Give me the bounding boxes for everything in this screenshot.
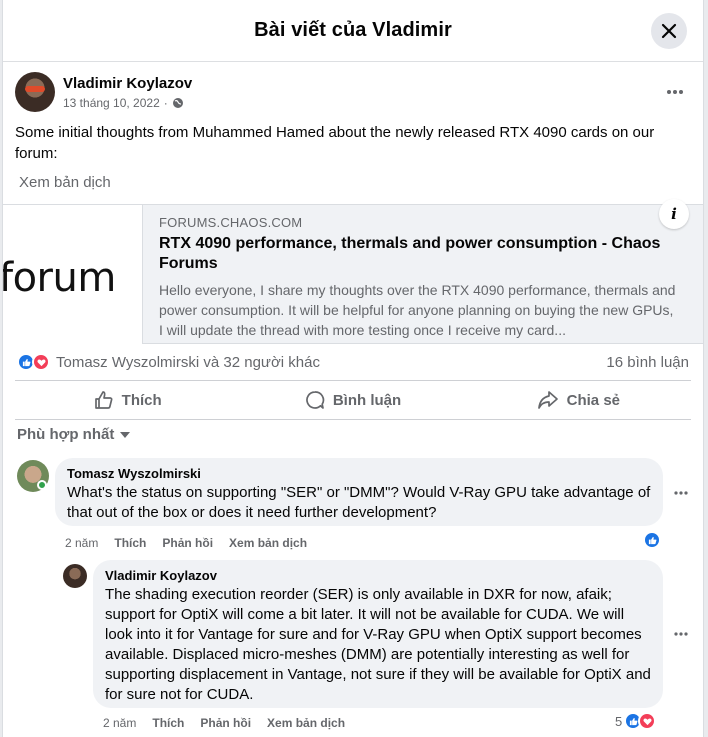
share-icon (537, 391, 558, 409)
comment-button[interactable]: Bình luận (240, 381, 465, 419)
caret-down-icon (120, 431, 131, 438)
reaction-icons[interactable] (17, 353, 50, 371)
reply-reaction-count: 5 (615, 713, 623, 729)
comment-count[interactable]: 16 bình luận (606, 354, 689, 371)
share-button[interactable]: Chia sẻ (466, 381, 691, 419)
online-status-dot (37, 480, 47, 490)
reply-text: The shading execution reorder (SER) is o… (105, 586, 651, 703)
info-icon[interactable]: i (659, 199, 689, 229)
comment-bubble: Tomasz Wyszolmirski What's the status on… (55, 458, 663, 526)
reaction-summary-text[interactable]: Tomasz Wyszolmirski và 32 người khác (56, 354, 320, 371)
love-icon (638, 712, 657, 730)
post-date[interactable]: 13 tháng 10, 2022 (63, 96, 160, 110)
comment-like-link[interactable]: Thích (114, 536, 146, 550)
reply-time[interactable]: 2 năm (103, 716, 136, 730)
reply-translate-link[interactable]: Xem bản dịch (267, 716, 345, 730)
avatar[interactable] (15, 72, 55, 112)
love-icon (32, 353, 50, 371)
comment-more-button[interactable] (669, 481, 693, 505)
link-thumbnail[interactable]: forum (3, 205, 143, 344)
thumbs-up-icon (94, 391, 113, 409)
like-icon (643, 531, 661, 549)
post-header: Vladimir Koylazov 13 tháng 10, 2022 · (15, 72, 691, 116)
more-icon (674, 491, 688, 495)
comment-actions: 2 năm Thích Phản hồi Xem bản dịch (65, 536, 307, 550)
globe-icon (172, 98, 183, 108)
modal-title: Bài viết của Vladimir (254, 19, 452, 41)
modal-header: Bài viết của Vladimir (3, 0, 703, 62)
reply-reply-link[interactable]: Phản hồi (200, 716, 251, 730)
reply-actions: 2 năm Thích Phản hồi Xem bản dịch (103, 716, 345, 730)
post-meta: 13 tháng 10, 2022 · (63, 96, 184, 110)
see-translation-link[interactable]: Xem bản dịch (19, 174, 111, 191)
forum-logo: forum (3, 255, 116, 301)
reply-reactions[interactable]: 5 (615, 712, 657, 730)
post-text: Some initial thoughts from Muhammed Hame… (15, 124, 655, 162)
link-domain: FORUMS.CHAOS.COM (159, 215, 303, 230)
share-button-label: Chia sẻ (566, 391, 620, 409)
sort-label: Phù hợp nhất (17, 426, 115, 443)
comment-reactions[interactable] (643, 531, 661, 549)
like-button[interactable]: Thích (15, 381, 240, 419)
post-more-button[interactable] (661, 78, 689, 106)
link-title[interactable]: RTX 4090 performance, thermals and power… (159, 234, 679, 274)
reactions-summary: Tomasz Wyszolmirski và 32 người khác 16 … (17, 350, 689, 374)
comment-translate-link[interactable]: Xem bản dịch (229, 536, 307, 550)
post-modal: Bài viết của Vladimir Vladimir Koylazov … (2, 0, 704, 737)
action-bar: Thích Bình luận Chia sẻ (15, 380, 691, 420)
link-preview-card[interactable]: forum FORUMS.CHAOS.COM RTX 4090 performa… (3, 199, 703, 344)
reply-bubble: Vladimir Koylazov The shading execution … (93, 560, 663, 708)
close-icon (661, 23, 677, 39)
reply-author[interactable]: Vladimir Koylazov (105, 568, 651, 583)
comment-text: What's the status on supporting "SER" or… (67, 484, 651, 521)
comment-time[interactable]: 2 năm (65, 536, 98, 550)
link-description: Hello everyone, I share my thoughts over… (159, 282, 676, 338)
close-button[interactable] (651, 13, 687, 49)
comment-author[interactable]: Tomasz Wyszolmirski (67, 466, 651, 481)
comment-icon (306, 391, 325, 409)
more-icon (667, 90, 683, 94)
like-button-label: Thích (121, 391, 162, 409)
more-icon (674, 632, 688, 636)
comment-sort-dropdown[interactable]: Phù hợp nhất (17, 426, 131, 443)
link-body[interactable]: FORUMS.CHAOS.COM RTX 4090 performance, t… (143, 199, 703, 343)
comment-reply-link[interactable]: Phản hồi (162, 536, 213, 550)
reply-avatar[interactable] (63, 564, 87, 588)
reply-more-button[interactable] (669, 622, 693, 646)
post-author[interactable]: Vladimir Koylazov (63, 75, 192, 92)
comment-button-label: Bình luận (332, 391, 402, 409)
reply-like-link[interactable]: Thích (152, 716, 184, 730)
